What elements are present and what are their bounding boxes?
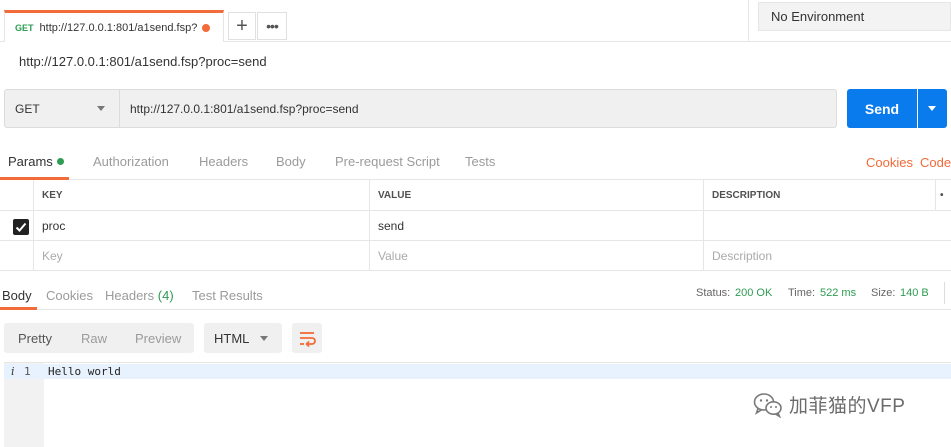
new-description-input[interactable]: Description: [704, 241, 951, 270]
tab-headers[interactable]: Headers: [199, 154, 248, 169]
tab-params[interactable]: Params: [8, 154, 64, 169]
info-icon: i: [11, 365, 15, 378]
tab-bar: GET http://127.0.0.1:801/a1send.fsp? + •…: [0, 0, 951, 42]
active-line-highlight: [4, 364, 951, 379]
more-tabs-button[interactable]: •••: [257, 12, 287, 40]
code-link[interactable]: Code: [920, 155, 951, 170]
tab-title: http://127.0.0.1:801/a1send.fsp?: [39, 21, 198, 34]
send-options-button[interactable]: [918, 89, 947, 128]
param-value-cell[interactable]: send: [370, 211, 704, 240]
param-description-cell[interactable]: [704, 211, 951, 240]
tab-tests[interactable]: Tests: [465, 154, 495, 169]
tab-body[interactable]: Body: [276, 154, 306, 169]
new-value-input[interactable]: Value: [370, 241, 704, 270]
status-label: Status:: [696, 287, 731, 299]
param-enabled-checkbox[interactable]: [13, 219, 29, 235]
environment-select[interactable]: No Environment: [758, 2, 951, 31]
column-header-description: DESCRIPTION: [704, 180, 936, 210]
chevron-down-icon: [260, 336, 268, 341]
wrap-lines-icon: [300, 332, 316, 348]
tab-method-label: GET: [15, 22, 34, 33]
table-row: proc send: [0, 211, 951, 241]
request-title: http://127.0.0.1:801/a1send.fsp?proc=sen…: [19, 54, 267, 69]
method-label: GET: [15, 101, 40, 116]
format-preview-button[interactable]: Preview: [135, 331, 181, 346]
table-row-new: Key Value Description: [0, 241, 951, 271]
send-button[interactable]: Send: [847, 89, 917, 128]
method-select[interactable]: GET: [4, 89, 120, 128]
tab-authorization[interactable]: Authorization: [93, 154, 169, 169]
bulk-edit-icon[interactable]: •: [936, 180, 951, 210]
response-tab-test-results[interactable]: Test Results: [192, 288, 263, 303]
response-body-text[interactable]: Hello world: [48, 365, 121, 378]
format-mode-group: Pretty Raw Preview: [4, 323, 194, 353]
time-value[interactable]: 522 ms: [820, 287, 856, 299]
param-key-cell[interactable]: proc: [34, 211, 370, 240]
line-number: 1: [24, 365, 31, 378]
watermark: 加菲猫的VFP: [753, 391, 905, 418]
size-label: Size:: [871, 287, 896, 299]
wrap-lines-button[interactable]: [292, 323, 322, 353]
language-label: HTML: [214, 330, 250, 346]
request-tab[interactable]: GET http://127.0.0.1:801/a1send.fsp?: [4, 10, 224, 42]
checkmark-icon: [15, 222, 27, 232]
format-pretty-button[interactable]: Pretty: [18, 331, 52, 346]
active-tab-indicator: [0, 307, 37, 310]
ellipsis-icon: •••: [266, 18, 279, 34]
unsaved-dot-icon: [202, 23, 211, 32]
watermark-text: 加菲猫的VFP: [789, 396, 906, 417]
response-tabs: Body Cookies Headers (4) Test Results St…: [0, 280, 951, 310]
new-key-input[interactable]: Key: [34, 241, 370, 270]
response-tab-headers-label: Headers: [105, 288, 155, 303]
new-tab-button[interactable]: +: [228, 12, 256, 40]
wechat-icon: [753, 392, 782, 418]
status-value[interactable]: 200 OK: [735, 287, 772, 299]
table-header-row: KEY VALUE DESCRIPTION •: [0, 180, 951, 211]
plus-icon: +: [236, 14, 248, 37]
response-tab-cookies[interactable]: Cookies: [46, 288, 93, 303]
column-header-value: VALUE: [370, 180, 704, 210]
divider: [944, 282, 945, 304]
chevron-down-icon: [97, 106, 105, 111]
request-tabs: Params Authorization Headers Body Pre-re…: [0, 146, 951, 180]
tab-pre-request-script[interactable]: Pre-request Script: [335, 154, 440, 169]
size-value[interactable]: 140 B: [900, 287, 929, 299]
params-indicator-icon: [56, 158, 64, 165]
tab-params-label: Params: [8, 154, 53, 169]
chevron-down-icon: [928, 106, 936, 111]
response-tab-body[interactable]: Body: [2, 288, 32, 303]
divider: [748, 0, 749, 42]
language-select[interactable]: HTML: [204, 323, 282, 353]
column-header-key: KEY: [34, 180, 370, 210]
time-label: Time:: [788, 287, 816, 299]
format-raw-button[interactable]: Raw: [81, 331, 107, 346]
url-input[interactable]: http://127.0.0.1:801/a1send.fsp?proc=sen…: [120, 89, 837, 128]
cookies-link[interactable]: Cookies: [866, 155, 913, 170]
response-tab-headers[interactable]: Headers (4): [105, 288, 174, 303]
headers-count-badge: (4): [157, 288, 174, 303]
